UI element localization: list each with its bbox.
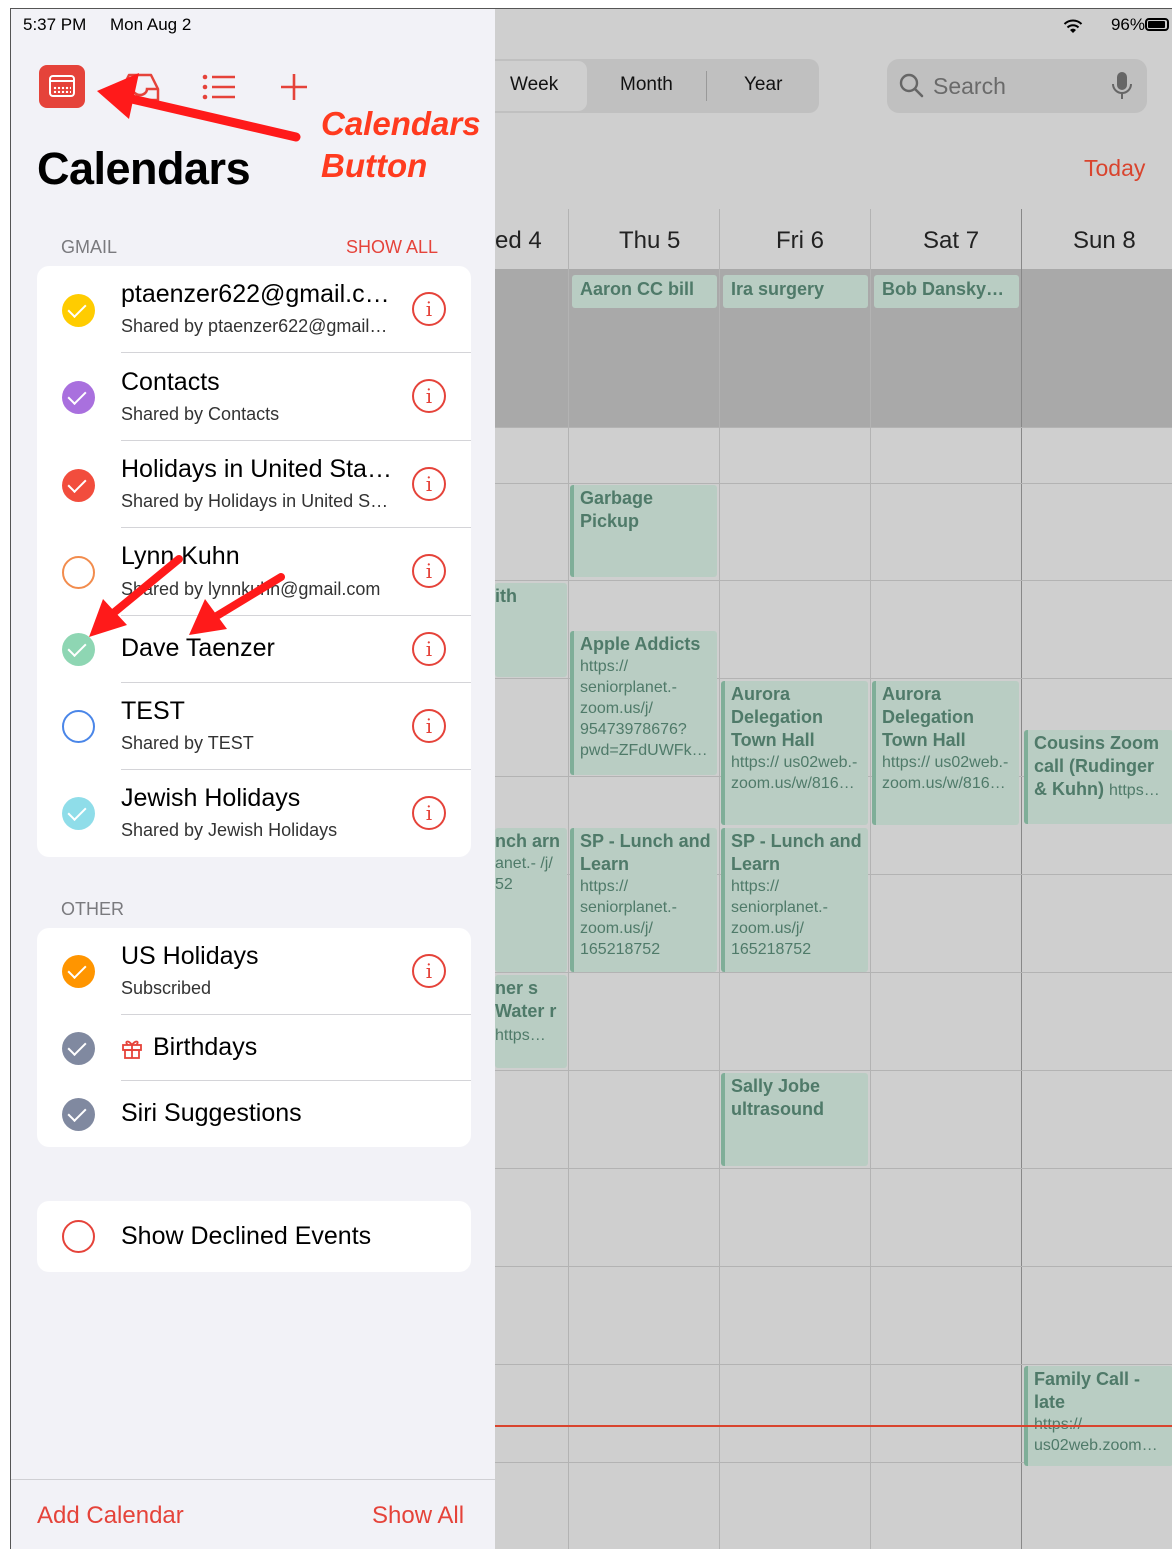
ipad-screen: Week Month Year Search Today ed 4 Thu 5 …	[10, 8, 1172, 1549]
annotation-label: Calendars	[321, 105, 481, 142]
annotation-arrows	[89, 73, 301, 637]
arrow-to-dave-checkbox	[89, 555, 183, 637]
arrow-to-calendars-button	[97, 73, 301, 142]
annotation-label: Button	[321, 147, 428, 184]
arrow-to-dave-name	[189, 573, 285, 635]
